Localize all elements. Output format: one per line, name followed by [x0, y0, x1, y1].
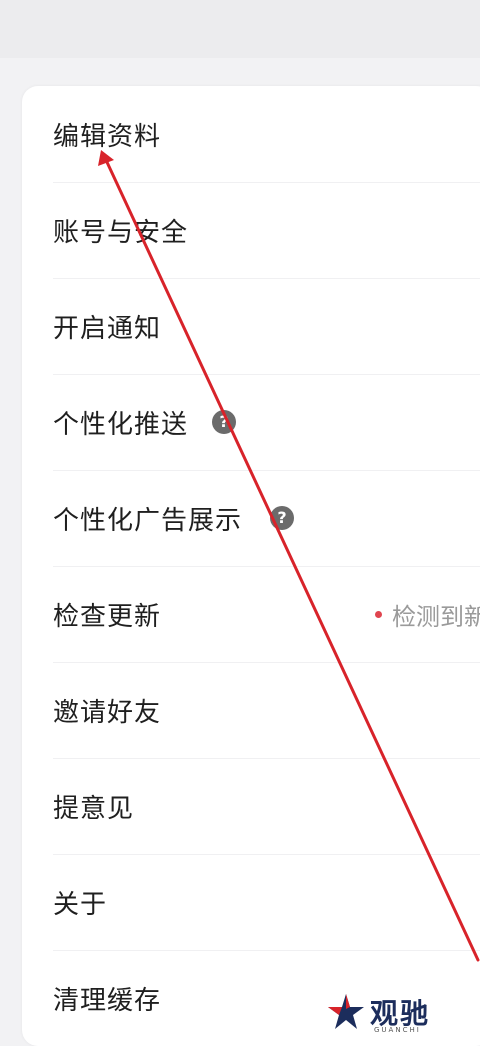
- update-status-text: 检测到新: [392, 602, 480, 631]
- star-logo-icon: [328, 994, 364, 1029]
- settings-item-label: 账号与安全: [53, 217, 189, 248]
- help-icon[interactable]: ?: [212, 410, 236, 434]
- help-icon[interactable]: ?: [270, 506, 294, 530]
- watermark-sub: GUANCHI: [374, 1026, 421, 1034]
- status-dot-icon: [375, 610, 382, 618]
- settings-item-personalized-push[interactable]: 个性化推送 ?: [22, 374, 480, 470]
- settings-item-label: 开启通知: [53, 313, 162, 344]
- settings-item-personalized-ads[interactable]: 个性化广告展示 ?: [22, 470, 480, 566]
- watermark-logo: 观驰 GUANCHI: [326, 990, 476, 1036]
- settings-item-about[interactable]: 关于: [22, 854, 480, 950]
- settings-item-label: 编辑资料: [53, 121, 162, 152]
- settings-card: 编辑资料 账号与安全 开启通知 个性化推送 ? 个性化广告展示 ? 检查更新 检…: [22, 86, 480, 1046]
- settings-item-check-update[interactable]: 检查更新 检测到新: [22, 566, 480, 662]
- top-bar: [0, 0, 480, 58]
- settings-item-label: 清理缓存: [53, 985, 162, 1016]
- settings-item-label: 检查更新: [53, 601, 162, 632]
- settings-item-account-security[interactable]: 账号与安全: [22, 182, 480, 278]
- settings-item-label: 关于: [53, 889, 108, 920]
- settings-item-edit-profile[interactable]: 编辑资料: [22, 86, 480, 182]
- update-status: 检测到新: [375, 597, 480, 632]
- settings-item-label: 个性化广告展示: [53, 505, 243, 536]
- settings-item-label: 邀请好友: [53, 697, 162, 728]
- settings-item-label: 提意见: [53, 793, 135, 824]
- settings-item-notifications[interactable]: 开启通知: [22, 278, 480, 374]
- settings-item-label: 个性化推送: [53, 409, 189, 440]
- settings-item-feedback[interactable]: 提意见: [22, 758, 480, 854]
- settings-item-invite-friends[interactable]: 邀请好友: [22, 662, 480, 758]
